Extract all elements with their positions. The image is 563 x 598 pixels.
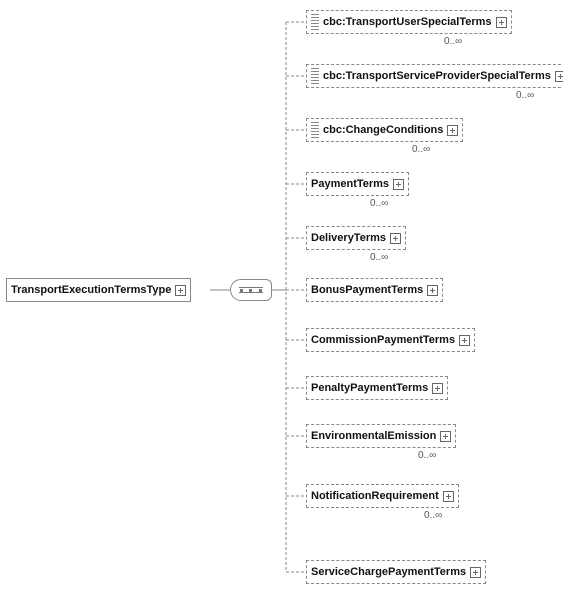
child-environmental-emission[interactable]: EnvironmentalEmission [306, 424, 456, 448]
expand-icon[interactable] [432, 383, 443, 394]
child-label: cbc:ChangeConditions [323, 124, 443, 136]
cardinality-label: 0..∞ [424, 510, 442, 521]
child-transport-user-special-terms[interactable]: cbc:TransportUserSpecialTerms [306, 10, 512, 34]
expand-icon[interactable] [427, 285, 438, 296]
cardinality-label: 0..∞ [444, 36, 462, 47]
expand-icon[interactable] [470, 567, 481, 578]
sequence-compositor[interactable] [230, 279, 272, 301]
child-commission-payment-terms[interactable]: CommissionPaymentTerms [306, 328, 475, 352]
expand-icon[interactable] [447, 125, 458, 136]
child-label: ServiceChargePaymentTerms [311, 566, 466, 578]
expand-icon[interactable] [440, 431, 451, 442]
expand-icon[interactable] [390, 233, 401, 244]
child-label: PaymentTerms [311, 178, 389, 190]
child-delivery-terms[interactable]: DeliveryTerms [306, 226, 406, 250]
diagram-canvas: TransportExecutionTermsType cbc:Transpor… [0, 0, 563, 598]
expand-icon[interactable] [443, 491, 454, 502]
doc-icon [311, 122, 319, 138]
child-label: cbc:TransportUserSpecialTerms [323, 16, 492, 28]
child-penalty-payment-terms[interactable]: PenaltyPaymentTerms [306, 376, 448, 400]
cardinality-label: 0..∞ [412, 144, 430, 155]
child-label: PenaltyPaymentTerms [311, 382, 428, 394]
child-notification-requirement[interactable]: NotificationRequirement [306, 484, 459, 508]
root-label: TransportExecutionTermsType [11, 284, 171, 296]
cardinality-label: 0..∞ [516, 90, 534, 101]
expand-icon[interactable] [459, 335, 470, 346]
expand-icon[interactable] [496, 17, 507, 28]
expand-icon[interactable] [555, 71, 563, 82]
child-label: NotificationRequirement [311, 490, 439, 502]
child-service-charge-payment-terms[interactable]: ServiceChargePaymentTerms [306, 560, 486, 584]
doc-icon [311, 14, 319, 30]
child-label: BonusPaymentTerms [311, 284, 423, 296]
cardinality-label: 0..∞ [370, 252, 388, 263]
collapse-icon[interactable] [175, 285, 186, 296]
child-label: CommissionPaymentTerms [311, 334, 455, 346]
child-label: DeliveryTerms [311, 232, 386, 244]
child-label: cbc:TransportServiceProviderSpecialTerms [323, 70, 551, 82]
child-bonus-payment-terms[interactable]: BonusPaymentTerms [306, 278, 443, 302]
sequence-icon [239, 287, 263, 293]
child-label: EnvironmentalEmission [311, 430, 436, 442]
root-node[interactable]: TransportExecutionTermsType [6, 278, 191, 302]
child-change-conditions[interactable]: cbc:ChangeConditions [306, 118, 463, 142]
cardinality-label: 0..∞ [370, 198, 388, 209]
expand-icon[interactable] [393, 179, 404, 190]
doc-icon [311, 68, 319, 84]
child-payment-terms[interactable]: PaymentTerms [306, 172, 409, 196]
cardinality-label: 0..∞ [418, 450, 436, 461]
child-transport-service-provider-special-terms[interactable]: cbc:TransportServiceProviderSpecialTerms [306, 64, 563, 88]
